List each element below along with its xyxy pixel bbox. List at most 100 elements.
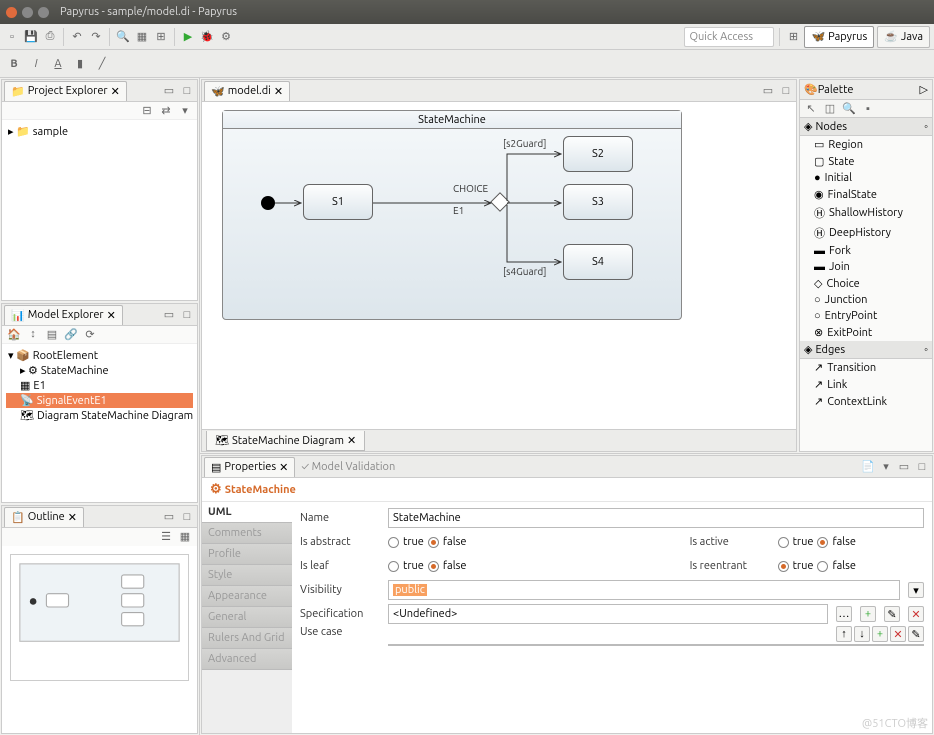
- edit-icon[interactable]: ✎: [908, 626, 924, 642]
- view-menu-icon[interactable]: ▾: [177, 102, 193, 118]
- down-icon[interactable]: ↓: [854, 626, 870, 642]
- active-false-radio[interactable]: [817, 537, 828, 548]
- add-icon[interactable]: +: [860, 606, 876, 622]
- reentrant-false-radio[interactable]: [817, 561, 828, 572]
- home-icon[interactable]: 🏠: [6, 326, 22, 342]
- refresh-icon[interactable]: ⟳: [82, 326, 98, 342]
- sort-icon[interactable]: ↕: [25, 326, 41, 342]
- outline-overview-icon[interactable]: ▦: [177, 528, 193, 544]
- visibility-dropdown-icon[interactable]: ▾: [908, 582, 924, 598]
- note-tool-icon[interactable]: ▪: [860, 101, 876, 117]
- maximize-view-icon[interactable]: □: [179, 83, 195, 99]
- project-explorer-tab[interactable]: 📁 Project Explorer ✕: [4, 81, 127, 101]
- choice-node[interactable]: [490, 192, 510, 212]
- category-appearance[interactable]: Appearance: [202, 586, 292, 607]
- category-advanced[interactable]: Advanced: [202, 649, 292, 670]
- specification-input[interactable]: [388, 604, 828, 624]
- outline-tree-icon[interactable]: ☰: [158, 528, 174, 544]
- state-s1[interactable]: S1: [303, 184, 373, 220]
- state-s4[interactable]: S4: [563, 244, 633, 280]
- palette-initial[interactable]: ● Initial: [800, 170, 932, 186]
- category-profile[interactable]: Profile: [202, 544, 292, 565]
- up-icon[interactable]: ↑: [836, 626, 852, 642]
- window-close-icon[interactable]: [6, 7, 17, 18]
- line-color-icon[interactable]: ╱: [94, 56, 110, 72]
- outline-tab[interactable]: 📋 Outline ✕: [4, 507, 84, 527]
- filter-icon[interactable]: ▤: [44, 326, 60, 342]
- editor-tab[interactable]: 🦋 model.di ✕: [204, 81, 290, 101]
- category-general[interactable]: General: [202, 607, 292, 628]
- diagram-tab[interactable]: 🗺 StateMachine Diagram ✕: [206, 431, 365, 451]
- palette-nodes-section[interactable]: ◈ Nodes◦: [800, 118, 932, 136]
- model-validation-tab[interactable]: ✓ Model Validation: [295, 461, 401, 473]
- leaf-false-radio[interactable]: [428, 561, 439, 572]
- save-all-icon[interactable]: ⎙: [42, 29, 58, 45]
- maximize-view-icon[interactable]: □: [179, 509, 195, 525]
- pin-icon[interactable]: ▾: [878, 459, 894, 475]
- palette-edges-section[interactable]: ◈ Edges◦: [800, 341, 932, 359]
- perspective-papyrus[interactable]: 🦋 Papyrus: [804, 26, 874, 48]
- palette-exitpoint[interactable]: ⊗ ExitPoint: [800, 324, 932, 341]
- name-input[interactable]: [388, 508, 924, 528]
- tree-statemachine[interactable]: ▸ ⚙ StateMachine: [6, 363, 193, 378]
- project-node[interactable]: ▸ 📁 sample: [6, 124, 193, 139]
- palette-transition[interactable]: ↗ Transition: [800, 359, 932, 376]
- palette-entrypoint[interactable]: ○ EntryPoint: [800, 308, 932, 324]
- link-editor-icon[interactable]: ⇄: [158, 102, 174, 118]
- active-true-radio[interactable]: [778, 537, 789, 548]
- model-explorer-tab[interactable]: 📊 Model Explorer ✕: [4, 305, 123, 325]
- align-icon[interactable]: ▦: [134, 29, 150, 45]
- undo-icon[interactable]: ↶: [69, 29, 85, 45]
- marquee-tool-icon[interactable]: ◫: [822, 101, 838, 117]
- tree-root[interactable]: ▾ 📦 RootElement: [6, 348, 193, 363]
- zoom-icon[interactable]: 🔍: [115, 29, 131, 45]
- tree-diagram[interactable]: 🗺 Diagram StateMachine Diagram: [6, 408, 193, 423]
- open-perspective-icon[interactable]: ⊞: [785, 29, 801, 45]
- zoom-tool-icon[interactable]: 🔍: [841, 101, 857, 117]
- palette-deephistory[interactable]: Ⓗ DeepHistory: [800, 223, 932, 243]
- new-icon[interactable]: ▫: [4, 29, 20, 45]
- select-tool-icon[interactable]: ↖: [803, 101, 819, 117]
- state-s2[interactable]: S2: [563, 136, 633, 172]
- palette-state[interactable]: ▢ State: [800, 153, 932, 170]
- new-view-icon[interactable]: 📄: [860, 459, 876, 475]
- diagram-canvas[interactable]: StateMachine S1 S2 S3 S4 CHOICE E1 [s2Gu…: [202, 102, 796, 429]
- quick-access-input[interactable]: Quick Access: [684, 27, 774, 47]
- minimize-view-icon[interactable]: ▭: [161, 509, 177, 525]
- palette-choice[interactable]: ◇ Choice: [800, 275, 932, 292]
- abstract-true-radio[interactable]: [388, 537, 399, 548]
- palette-junction[interactable]: ○ Junction: [800, 292, 932, 308]
- leaf-true-radio[interactable]: [388, 561, 399, 572]
- redo-icon[interactable]: ↷: [88, 29, 104, 45]
- font-color-icon[interactable]: A: [50, 56, 66, 72]
- palette-fork[interactable]: ▬ Fork: [800, 243, 932, 259]
- delete-icon[interactable]: ✕: [890, 626, 906, 642]
- bold-icon[interactable]: B: [6, 56, 22, 72]
- window-minimize-icon[interactable]: [22, 7, 33, 18]
- save-icon[interactable]: 💾: [23, 29, 39, 45]
- palette-region[interactable]: ▭ Region: [800, 136, 932, 153]
- browse-icon[interactable]: …: [836, 606, 852, 622]
- category-rulers[interactable]: Rulers And Grid: [202, 628, 292, 649]
- perspective-java[interactable]: ☕ Java: [877, 26, 930, 48]
- palette-join[interactable]: ▬ Join: [800, 259, 932, 275]
- usecase-list[interactable]: [388, 644, 924, 646]
- tree-signalevent[interactable]: 📡 SignalEventE1: [6, 393, 193, 408]
- italic-icon[interactable]: I: [28, 56, 44, 72]
- debug-icon[interactable]: 🐞: [199, 29, 215, 45]
- fill-color-icon[interactable]: ▮: [72, 56, 88, 72]
- add-icon[interactable]: +: [872, 626, 888, 642]
- abstract-false-radio[interactable]: [428, 537, 439, 548]
- statemachine-region[interactable]: StateMachine S1 S2 S3 S4 CHOICE E1 [s2Gu…: [222, 110, 682, 320]
- properties-tab[interactable]: ▤ Properties ✕: [204, 457, 295, 477]
- run-icon[interactable]: ▶: [180, 29, 196, 45]
- maximize-editor-icon[interactable]: □: [778, 83, 794, 99]
- edit-icon[interactable]: ✎: [884, 606, 900, 622]
- visibility-select[interactable]: public: [388, 580, 900, 600]
- minimize-view-icon[interactable]: ▭: [161, 307, 177, 323]
- category-style[interactable]: Style: [202, 565, 292, 586]
- window-maximize-icon[interactable]: [38, 7, 49, 18]
- palette-shallowhistory[interactable]: Ⓗ ShallowHistory: [800, 203, 932, 223]
- minimize-editor-icon[interactable]: ▭: [760, 83, 776, 99]
- maximize-view-icon[interactable]: □: [179, 307, 195, 323]
